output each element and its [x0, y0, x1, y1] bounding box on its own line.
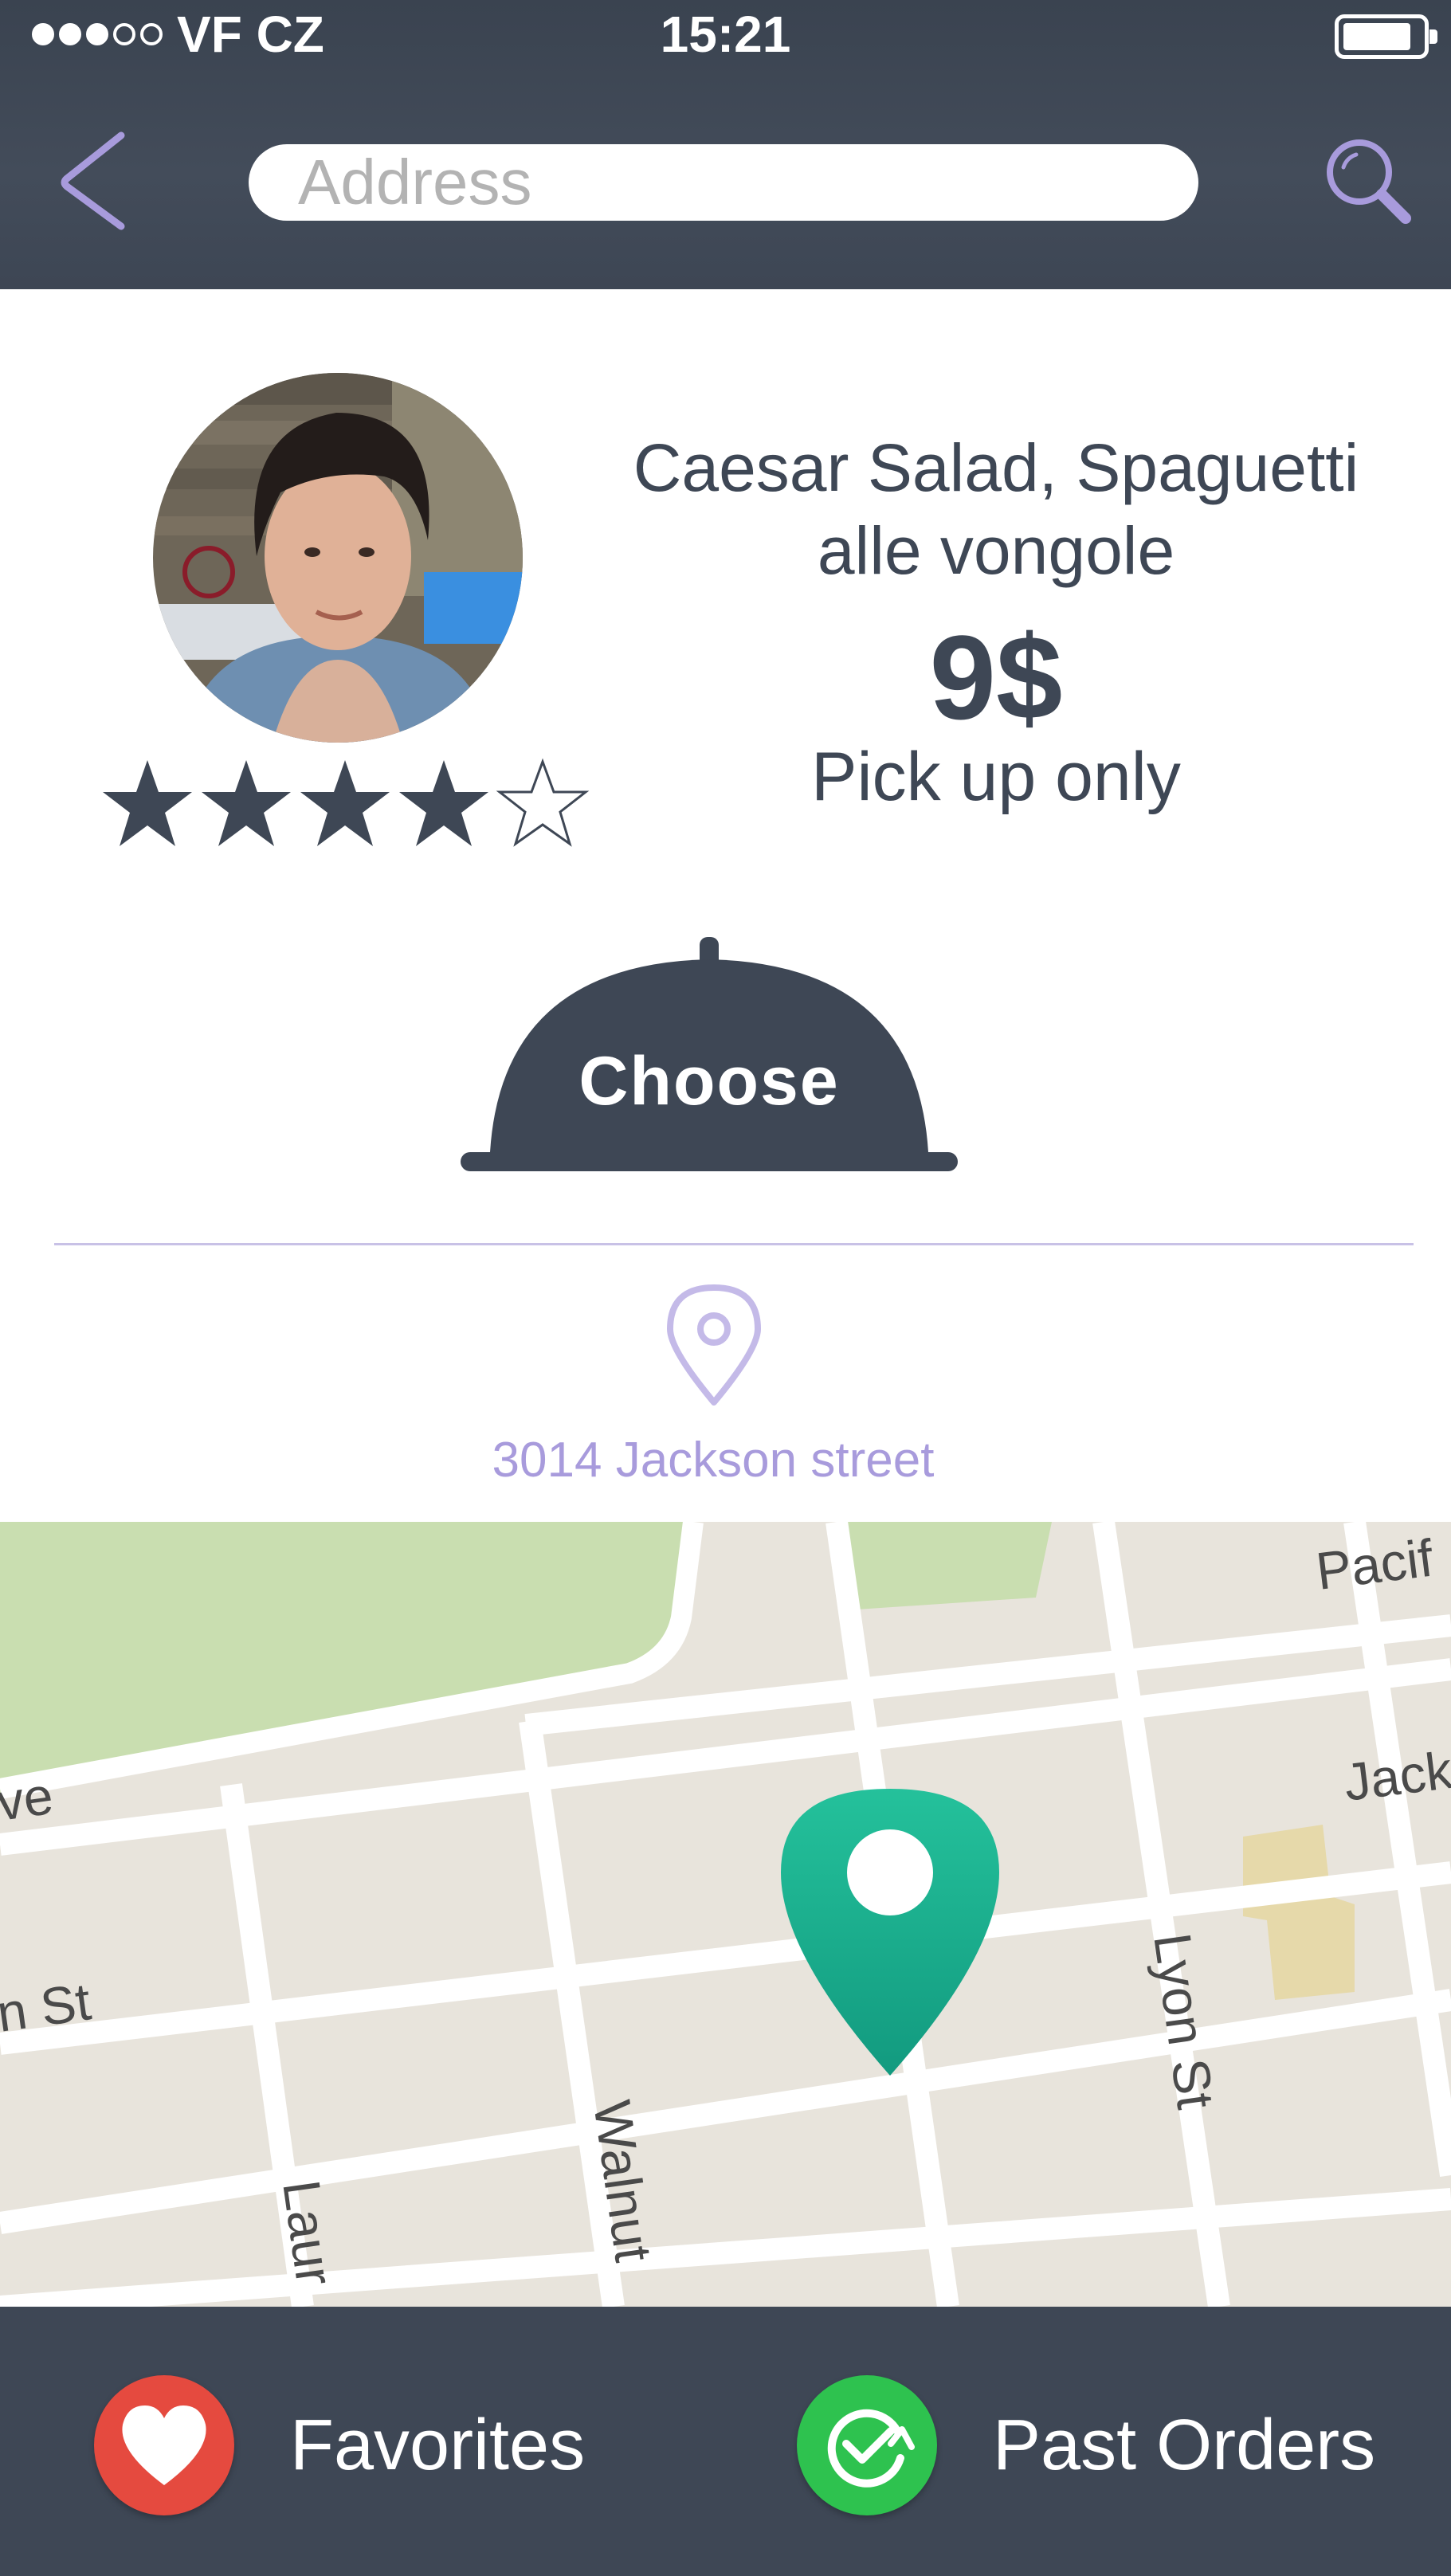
magnifier-icon: [1327, 139, 1411, 224]
chevron-left-icon: [61, 131, 125, 230]
past-orders-badge: [797, 2375, 937, 2515]
choose-button[interactable]: Choose: [458, 932, 960, 1179]
dish-name-line1: Caesar Salad, Spaguetti: [633, 430, 1359, 505]
favorites-badge: [94, 2375, 234, 2515]
back-button[interactable]: [56, 129, 135, 233]
check-refresh-icon: [827, 2409, 915, 2488]
choose-button-label: Choose: [578, 1043, 840, 1119]
dish-name-line2: alle vongole: [817, 513, 1175, 588]
section-divider: [54, 1243, 1414, 1245]
map-label-jackson: Jack: [1341, 1740, 1451, 1812]
favorites-label: Favorites: [290, 2405, 586, 2485]
status-time: 15:21: [660, 6, 791, 63]
app-header: VF CZ 15:21: [0, 0, 1451, 289]
location-map[interactable]: Pacif Jack ve n St Lyon St Walnut Laur: [0, 1522, 1451, 2307]
vendor-avatar: [153, 373, 523, 743]
pickup-address: 3014 Jackson street: [492, 1433, 935, 1488]
battery-icon: [1335, 14, 1437, 59]
search-button[interactable]: [1323, 135, 1415, 228]
address-search-input[interactable]: [249, 144, 1198, 221]
favorites-tab[interactable]: Favorites: [94, 2374, 585, 2516]
dish-name: Caesar Salad, Spaguetti alle vongole: [606, 426, 1386, 592]
pickup-note: Pick up only: [811, 739, 1181, 815]
past-orders-label: Past Orders: [993, 2405, 1376, 2485]
map-pin-outline-icon: [664, 1281, 764, 1409]
star-filled-icon: [399, 760, 488, 846]
price-label: 9$: [929, 610, 1063, 744]
star-filled-icon: [202, 760, 291, 846]
bottom-navigation: Favorites Past Orders: [0, 2307, 1451, 2576]
heart-icon: [122, 2405, 206, 2485]
past-orders-tab[interactable]: Past Orders: [797, 2374, 1375, 2516]
map-label-ave: ve: [0, 1766, 57, 1832]
star-empty-icon: [496, 758, 590, 847]
vendor-rating: [100, 757, 590, 849]
star-filled-icon: [103, 760, 192, 846]
star-filled-icon: [300, 760, 390, 846]
